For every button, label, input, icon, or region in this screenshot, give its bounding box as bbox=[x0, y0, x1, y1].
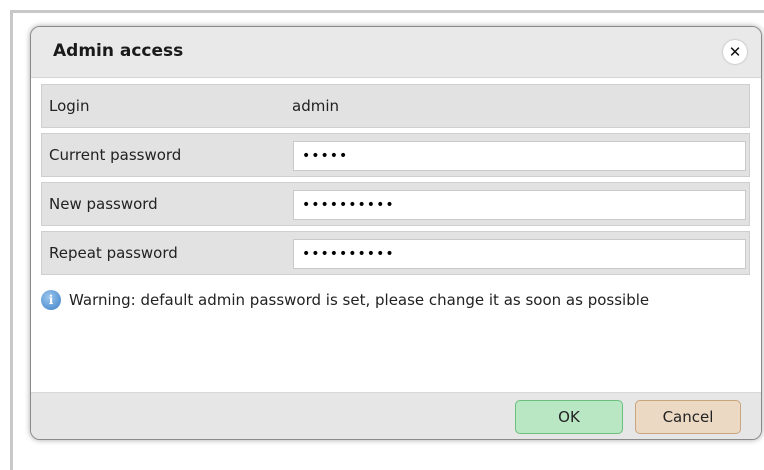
repeat-password-label: Repeat password bbox=[49, 244, 178, 262]
login-value: admin bbox=[292, 97, 339, 115]
cancel-button[interactable]: Cancel bbox=[635, 400, 741, 434]
new-password-field[interactable] bbox=[293, 190, 746, 220]
warning-text: Warning: default admin password is set, … bbox=[69, 291, 650, 309]
dialog-titlebar: Admin access ✕ bbox=[31, 27, 761, 78]
repeat-password-field[interactable] bbox=[293, 239, 746, 269]
admin-access-dialog: Admin access ✕ Login admin Current passw… bbox=[30, 26, 762, 440]
current-password-row: Current password bbox=[41, 133, 750, 177]
login-row: Login admin bbox=[41, 84, 750, 128]
ok-button[interactable]: OK bbox=[515, 400, 623, 434]
repeat-password-row: Repeat password bbox=[41, 231, 750, 275]
close-icon[interactable]: ✕ bbox=[723, 40, 747, 64]
current-password-field[interactable] bbox=[293, 141, 746, 171]
new-password-row: New password bbox=[41, 182, 750, 226]
info-icon: i bbox=[41, 290, 61, 310]
dialog-footer: OK Cancel bbox=[31, 392, 761, 439]
current-password-label: Current password bbox=[49, 146, 182, 164]
login-label: Login bbox=[49, 97, 90, 115]
warning-message: i Warning: default admin password is set… bbox=[41, 288, 649, 312]
new-password-label: New password bbox=[49, 195, 158, 213]
dialog-title: Admin access bbox=[53, 41, 184, 61]
